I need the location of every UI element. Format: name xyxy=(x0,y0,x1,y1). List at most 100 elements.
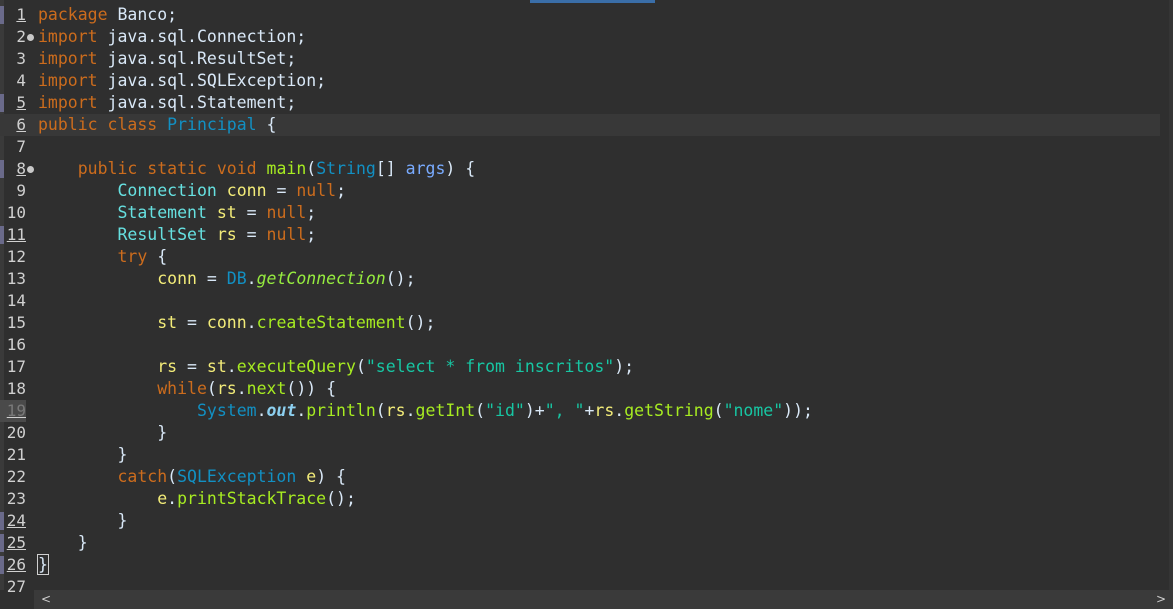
line-number: 4 xyxy=(16,71,26,90)
code-line[interactable]: 22 catch(SQLException e) { xyxy=(0,466,1160,488)
code-text[interactable]: import java.sql.ResultSet; xyxy=(38,48,296,70)
code-token: import xyxy=(38,49,98,68)
line-number: 9 xyxy=(16,181,26,200)
code-line[interactable]: 10 Statement st = null; xyxy=(0,202,1160,224)
code-text[interactable]: } xyxy=(38,422,167,444)
code-token: = xyxy=(177,313,207,332)
code-token: DB xyxy=(226,269,247,288)
code-line[interactable]: 2 import java.sql.Connection; xyxy=(0,26,1160,48)
code-line[interactable]: 16 xyxy=(0,334,1160,356)
code-text[interactable]: public class Principal { xyxy=(38,114,276,136)
code-token: = xyxy=(236,225,267,244)
code-line[interactable]: 23 e.printStackTrace(); xyxy=(0,488,1160,510)
code-line[interactable]: 25 } xyxy=(0,532,1160,554)
code-token: ; xyxy=(306,225,317,244)
code-text[interactable]: conn = DB.getConnection(); xyxy=(38,268,415,290)
code-text[interactable]: } xyxy=(37,554,49,576)
code-token: catch xyxy=(117,467,168,486)
code-text[interactable]: Statement st = null; xyxy=(38,202,316,224)
line-number: 14 xyxy=(6,291,26,310)
code-line[interactable]: 19 System.out.println(rs.getInt("id")+",… xyxy=(0,400,1160,422)
code-token: main xyxy=(266,159,307,178)
code-text[interactable]: package Banco; xyxy=(38,4,177,26)
code-line[interactable]: 21 } xyxy=(0,444,1160,466)
code-text[interactable]: ResultSet rs = null; xyxy=(38,224,316,246)
line-number: 18 xyxy=(6,379,26,398)
code-text[interactable]: } xyxy=(38,532,88,554)
code-text[interactable]: } xyxy=(38,510,127,532)
code-line[interactable]: 18 while(rs.next()) { xyxy=(0,378,1160,400)
code-token: "id" xyxy=(485,401,525,420)
code-editor[interactable]: 1 package Banco; 2 import java.sql.Connecti… xyxy=(0,0,1173,609)
code-line[interactable]: 4 import java.sql.SQLException; xyxy=(0,70,1160,92)
code-line[interactable]: 7 xyxy=(0,136,1160,158)
code-token: ( xyxy=(375,401,386,420)
code-text[interactable]: import java.sql.Statement; xyxy=(38,92,296,114)
code-text[interactable]: System.out.println(rs.getInt("id")+", "+… xyxy=(38,400,813,422)
code-line[interactable]: 17 rs = st.executeQuery("select * from i… xyxy=(0,356,1160,378)
code-token: . xyxy=(246,313,257,332)
code-text[interactable]: rs = st.executeQuery("select * from insc… xyxy=(38,356,634,378)
code-token: void xyxy=(216,159,257,178)
code-token: st xyxy=(216,203,237,222)
code-line[interactable]: 8 public static void main(String[] args)… xyxy=(0,158,1160,180)
code-text[interactable]: e.printStackTrace(); xyxy=(38,488,356,510)
line-number: 16 xyxy=(6,335,26,354)
code-text[interactable]: while(rs.next()) { xyxy=(38,378,336,400)
code-token: conn xyxy=(206,313,247,332)
horizontal-scrollbar[interactable]: < > xyxy=(34,590,1173,609)
code-line[interactable]: 11 ResultSet rs = null; xyxy=(0,224,1160,246)
code-line[interactable]: 6 public class Principal { xyxy=(0,114,1160,136)
code-token: null xyxy=(296,181,337,200)
line-number: 12 xyxy=(6,247,26,266)
line-number: 1 xyxy=(16,5,26,24)
line-number: 6 xyxy=(16,115,26,134)
code-line[interactable]: 12 try { xyxy=(0,246,1160,268)
code-line[interactable]: 26} xyxy=(0,554,1160,576)
code-line[interactable]: 9 Connection conn = null; xyxy=(0,180,1160,202)
code-token: = xyxy=(236,203,267,222)
scroll-right-arrow-icon[interactable]: > xyxy=(1153,590,1169,609)
code-token: ) { xyxy=(316,467,346,486)
line-number: 10 xyxy=(6,203,26,222)
line-number: 15 xyxy=(6,313,26,332)
code-text[interactable]: catch(SQLException e) { xyxy=(38,466,346,488)
code-token: [] xyxy=(375,159,406,178)
code-token: java.sql.Connection; xyxy=(97,27,307,46)
code-line[interactable]: 24 } xyxy=(0,510,1160,532)
code-token: import xyxy=(38,27,98,46)
code-line[interactable]: 13 conn = DB.getConnection(); xyxy=(0,268,1160,290)
scroll-left-arrow-icon[interactable]: < xyxy=(38,590,54,609)
code-token: System xyxy=(196,401,257,420)
code-line[interactable]: 5 import java.sql.Statement; xyxy=(0,92,1160,114)
code-text[interactable]: import java.sql.Connection; xyxy=(38,26,306,48)
code-token: { xyxy=(256,115,277,134)
code-text[interactable]: Connection conn = null; xyxy=(38,180,346,202)
code-text[interactable]: public static void main(String[] args) { xyxy=(38,158,475,180)
code-text[interactable]: } xyxy=(38,444,127,466)
fold-toggle-icon[interactable] xyxy=(27,34,34,41)
code-token: public xyxy=(77,159,138,178)
code-lines[interactable]: 1 package Banco; 2 import java.sql.Connecti… xyxy=(0,4,1160,598)
code-token: rs xyxy=(594,401,615,420)
code-text[interactable]: import java.sql.SQLException; xyxy=(38,70,326,92)
vertical-scrollbar[interactable] xyxy=(1169,0,1173,590)
code-line[interactable]: 3 import java.sql.ResultSet; xyxy=(0,48,1160,70)
line-number: 27 xyxy=(6,577,26,596)
code-token: = xyxy=(266,181,297,200)
code-text[interactable]: try { xyxy=(38,246,167,268)
code-text[interactable]: st = conn.createStatement(); xyxy=(38,312,435,334)
code-line[interactable]: 1 package Banco; xyxy=(0,4,1160,26)
code-line[interactable]: 15 st = conn.createStatement(); xyxy=(0,312,1160,334)
line-number: 23 xyxy=(6,489,26,508)
code-line[interactable]: 14 xyxy=(0,290,1160,312)
fold-toggle-icon[interactable] xyxy=(27,166,34,173)
code-line[interactable]: 20 } xyxy=(0,422,1160,444)
code-token: out xyxy=(266,401,297,420)
